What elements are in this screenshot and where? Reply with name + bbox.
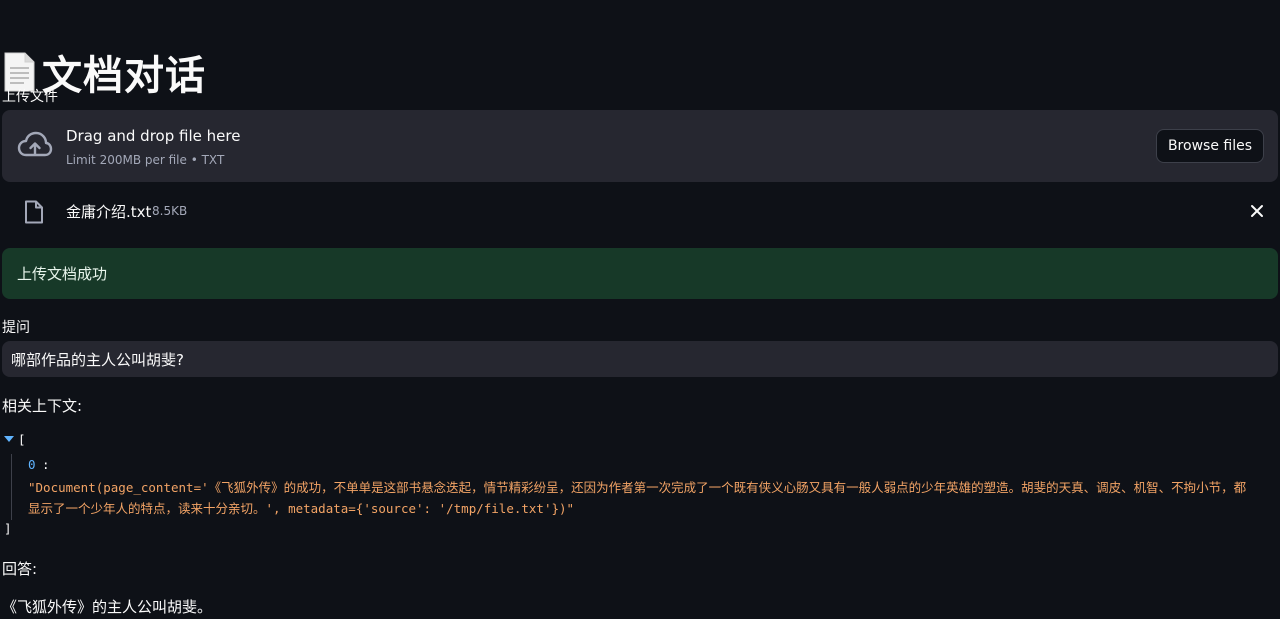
json-item-value: "Document(page_content='《飞狐外传》的成功，不单单是这部… [28, 480, 1247, 516]
cloud-upload-icon [17, 131, 53, 157]
dropzone-limit: Limit 200MB per file • TXT [66, 153, 225, 167]
question-label: 提问 [2, 320, 30, 336]
json-item-index: 0 [28, 457, 36, 472]
answer-text: 《飞狐外传》的主人公叫胡斐。 [2, 598, 213, 616]
dropzone-instruction: Drag and drop file here [66, 127, 241, 145]
file-icon [25, 200, 43, 224]
success-message: 上传文档成功 [17, 265, 108, 283]
json-open-bracket: [ [18, 432, 26, 447]
upload-label: 上传文件 [2, 89, 58, 105]
question-input[interactable] [2, 341, 1278, 377]
page-title-text: 文档对话 [42, 52, 206, 99]
uploaded-file-size: 8.5KB [152, 204, 188, 218]
context-heading: 相关上下文: [2, 397, 83, 415]
uploaded-file-name: 金庸介绍.txt [66, 203, 152, 221]
json-close-bracket: ] [4, 521, 12, 536]
file-dropzone[interactable]: Drag and drop file here Limit 200MB per … [2, 110, 1278, 182]
answer-heading: 回答: [2, 560, 38, 578]
app-page: 文档对话 上传文件 Drag and drop file here Limit … [0, 0, 1280, 619]
uploaded-file-row: 金庸介绍.txt 8.5KB [2, 190, 1278, 232]
json-item-colon: : [42, 457, 50, 472]
success-alert: 上传文档成功 [2, 248, 1278, 299]
close-icon[interactable] [1250, 204, 1264, 218]
json-indent-guide [11, 454, 12, 520]
collapse-caret-icon[interactable] [4, 436, 14, 442]
browse-files-button[interactable]: Browse files [1155, 129, 1264, 163]
